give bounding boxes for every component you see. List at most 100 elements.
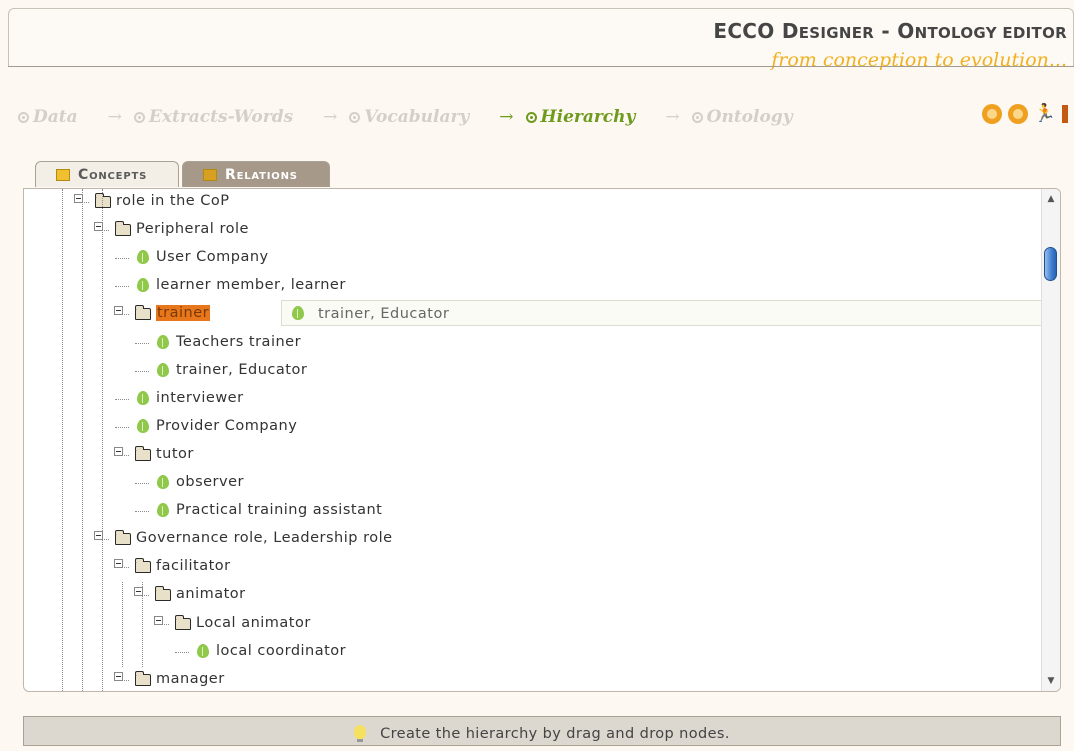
tree-guide-line <box>62 189 63 691</box>
tree-node-label: Peripheral role <box>136 221 249 238</box>
drag-ghost-label: trainer, Educator <box>318 306 450 322</box>
collapse-icon[interactable] <box>114 446 123 456</box>
status-bar: Create the hierarchy by drag and drop no… <box>23 716 1061 746</box>
tree-connector <box>135 483 149 484</box>
leaf-icon <box>292 306 304 320</box>
folder-icon <box>95 193 111 208</box>
tree-node-label: role in the CoP <box>116 193 230 209</box>
arrow-icon: → <box>499 107 514 127</box>
tree-node-label: observer <box>176 474 244 490</box>
tree-connector <box>135 370 149 372</box>
tree-guide-line <box>82 189 83 691</box>
status-message: Create the hierarchy by drag and drop no… <box>380 726 730 742</box>
tab-bar: Concepts Relations <box>35 161 330 187</box>
drag-ghost-node: trainer, Educator <box>281 300 1060 326</box>
tree-folder-node[interactable]: Peripheral role <box>24 217 1034 243</box>
tree-node-label: Local animator <box>196 614 311 631</box>
toolbar: 🏃 <box>981 104 1068 124</box>
header-divider <box>8 66 1074 67</box>
tree-folder-node[interactable]: facilitator <box>24 554 1034 580</box>
vertical-scrollbar[interactable]: ▲ ▼ <box>1041 189 1060 691</box>
database-icon <box>56 168 70 181</box>
scroll-down-icon[interactable]: ▼ <box>1042 673 1060 689</box>
step-ontology[interactable]: Ontology <box>691 107 793 127</box>
folder-icon <box>135 670 151 686</box>
tree-guide-line <box>142 582 143 667</box>
leaf-icon <box>137 250 149 265</box>
workflow-steps: Data → Extracts-Words → Vocabulary → Hie… <box>18 104 793 130</box>
scroll-thumb[interactable] <box>1044 247 1057 281</box>
tree-folder-node[interactable]: Governance role, Leadership role <box>24 526 1034 552</box>
tree-leaf-node[interactable]: Teachers trainer <box>24 330 1034 356</box>
tree-connector <box>175 651 189 653</box>
tree-connector <box>115 426 129 428</box>
leaf-icon <box>157 362 169 377</box>
edit-icon[interactable] <box>981 104 1002 124</box>
folder-icon <box>175 614 191 630</box>
radio-icon <box>18 111 29 123</box>
tree-folder-node[interactable]: Local animator <box>24 611 1034 637</box>
tab-concepts[interactable]: Concepts <box>35 161 179 187</box>
tree-node-label: local coordinator <box>216 642 347 659</box>
tab-relations[interactable]: Relations <box>182 161 330 187</box>
tree-node-label: manager <box>156 670 225 687</box>
save-icon[interactable] <box>1007 104 1028 124</box>
tree-node-label: trainer, Educator <box>176 361 308 378</box>
step-hierarchy[interactable]: Hierarchy <box>525 107 635 127</box>
step-vocabulary[interactable]: Vocabulary <box>349 107 469 127</box>
tree-node-label: User Company <box>156 249 269 266</box>
hierarchy-icon <box>203 168 217 181</box>
radio-icon <box>133 111 145 123</box>
arrow-icon: → <box>107 107 122 127</box>
app-subtitle: from conception to evolution... <box>771 49 1067 71</box>
leaf-icon <box>157 334 169 349</box>
radio-icon <box>691 111 703 123</box>
tree-leaf-node[interactable]: observer <box>24 470 1034 496</box>
step-data[interactable]: Data <box>18 107 78 127</box>
tree-node-label: learner member, learner <box>156 277 346 294</box>
folder-icon <box>115 530 131 546</box>
tree-leaf-node[interactable]: Practical training assistant <box>24 498 1034 524</box>
tree-node-label: tutor <box>156 445 194 462</box>
tree-folder-node[interactable]: role in the CoP <box>24 189 1034 215</box>
folder-icon <box>155 586 171 602</box>
leaf-icon <box>157 503 169 518</box>
tree-leaf-node[interactable]: interviewer <box>24 386 1034 412</box>
hierarchy-tree-panel[interactable]: role in the CoP Peripheral role User Compa… <box>23 188 1061 692</box>
tree-folder-node[interactable]: animator <box>24 582 1034 608</box>
app-title: ECCO DESIGNER - ONTOLOGY EDITOR <box>713 19 1067 43</box>
scroll-up-icon[interactable]: ▲ <box>1042 191 1060 207</box>
tree-leaf-node[interactable]: User Company <box>24 245 1034 271</box>
leaf-icon <box>197 643 209 658</box>
leaf-icon <box>137 278 149 293</box>
app-header: ECCO DESIGNER - ONTOLOGY EDITOR from con… <box>8 8 1074 71</box>
tree-guide-line <box>122 582 123 667</box>
tree-folder-node[interactable]: manager <box>24 667 1034 691</box>
tree-leaf-node[interactable]: local coordinator <box>24 639 1034 665</box>
tree-connector <box>135 342 149 344</box>
collapse-icon[interactable] <box>114 559 123 569</box>
tree-node-label: Provider Company <box>156 417 298 434</box>
leaf-icon <box>137 390 149 405</box>
collapse-icon[interactable] <box>114 306 123 316</box>
tree-node-label: interviewer <box>156 389 244 406</box>
tree-connector <box>115 258 129 260</box>
tree-connector <box>135 511 149 513</box>
lightbulb-icon <box>354 725 367 742</box>
tree-node-label: Teachers trainer <box>176 333 302 350</box>
tree-connector <box>115 398 129 400</box>
step-extracts-words[interactable]: Extracts-Words <box>133 107 293 127</box>
radio-icon <box>349 111 361 123</box>
exit-runner-icon[interactable]: 🏃 <box>1034 104 1056 124</box>
door-icon[interactable] <box>1062 105 1068 123</box>
collapse-icon[interactable] <box>114 671 123 681</box>
tree-leaf-node[interactable]: trainer, Educator <box>24 358 1034 384</box>
tree-folder-node[interactable]: tutor <box>24 442 1034 468</box>
tree-connector <box>115 286 129 288</box>
tree-node-label: Governance role, Leadership role <box>136 530 393 547</box>
collapse-icon[interactable] <box>154 615 163 625</box>
tree-node-label: animator <box>176 586 246 603</box>
radio-icon <box>525 111 537 123</box>
tree-leaf-node[interactable]: Provider Company <box>24 414 1034 440</box>
tree-leaf-node[interactable]: learner member, learner <box>24 273 1034 299</box>
